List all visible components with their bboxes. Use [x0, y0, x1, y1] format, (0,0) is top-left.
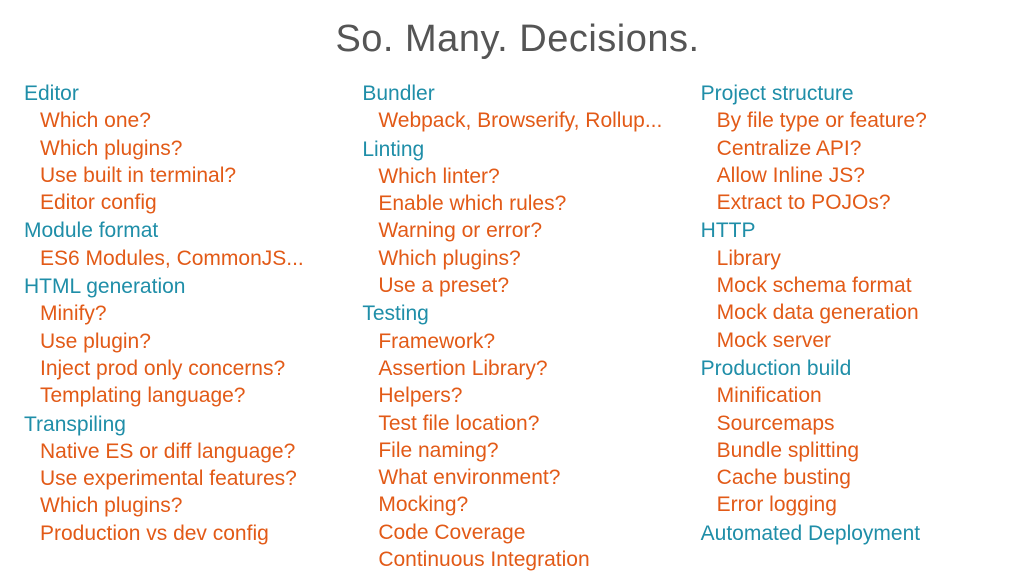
section-heading: Production build	[701, 355, 1011, 382]
section-item: Minification	[701, 382, 1011, 409]
section-item: Native ES or diff language?	[24, 438, 334, 465]
section-heading: HTML generation	[24, 273, 334, 300]
section-item: Webpack, Browserify, Rollup...	[362, 107, 672, 134]
column-2: Project structureBy file type or feature…	[701, 79, 1011, 573]
section-item: Bundle splitting	[701, 437, 1011, 464]
section-item: Cache busting	[701, 464, 1011, 491]
section-item: Continuous Integration	[362, 546, 672, 573]
columns-container: EditorWhich one?Which plugins?Use built …	[24, 79, 1011, 573]
section-item: Mocking?	[362, 491, 672, 518]
section-heading: Testing	[362, 300, 672, 327]
column-0: EditorWhich one?Which plugins?Use built …	[24, 79, 334, 573]
column-1: BundlerWebpack, Browserify, Rollup...Lin…	[362, 79, 672, 573]
section-item: Extract to POJOs?	[701, 189, 1011, 216]
section-item: Templating language?	[24, 382, 334, 409]
section-item: Allow Inline JS?	[701, 162, 1011, 189]
section-item: Use a preset?	[362, 272, 672, 299]
section-item: Production vs dev config	[24, 520, 334, 547]
section-item: Error logging	[701, 491, 1011, 518]
section-item: Use experimental features?	[24, 465, 334, 492]
section-item: Assertion Library?	[362, 355, 672, 382]
section-heading: Linting	[362, 136, 672, 163]
section-item: Code Coverage	[362, 519, 672, 546]
section-item: Mock schema format	[701, 272, 1011, 299]
section-item: Inject prod only concerns?	[24, 355, 334, 382]
section-heading: Module format	[24, 217, 334, 244]
slide-title: So. Many. Decisions.	[24, 18, 1011, 61]
section-heading: Bundler	[362, 80, 672, 107]
section-item: Centralize API?	[701, 135, 1011, 162]
section-item: Editor config	[24, 189, 334, 216]
section-item: Which one?	[24, 107, 334, 134]
section-item: ES6 Modules, CommonJS...	[24, 245, 334, 272]
section-item: Which plugins?	[24, 135, 334, 162]
section-item: Warning or error?	[362, 217, 672, 244]
section-item: Framework?	[362, 328, 672, 355]
section-item: By file type or feature?	[701, 107, 1011, 134]
section-item: Mock data generation	[701, 299, 1011, 326]
section-item: Test file location?	[362, 410, 672, 437]
section-item: Sourcemaps	[701, 410, 1011, 437]
section-item: Helpers?	[362, 382, 672, 409]
section-item: Which plugins?	[24, 492, 334, 519]
section-item: What environment?	[362, 464, 672, 491]
section-item: Which plugins?	[362, 245, 672, 272]
section-item: Library	[701, 245, 1011, 272]
section-heading: Transpiling	[24, 411, 334, 438]
section-heading: Project structure	[701, 80, 1011, 107]
section-item: Use plugin?	[24, 328, 334, 355]
section-item: Minify?	[24, 300, 334, 327]
section-heading: Editor	[24, 80, 334, 107]
section-item: Which linter?	[362, 163, 672, 190]
section-heading: HTTP	[701, 217, 1011, 244]
section-heading: Automated Deployment	[701, 520, 1011, 547]
section-item: File naming?	[362, 437, 672, 464]
section-item: Mock server	[701, 327, 1011, 354]
section-item: Enable which rules?	[362, 190, 672, 217]
section-item: Use built in terminal?	[24, 162, 334, 189]
